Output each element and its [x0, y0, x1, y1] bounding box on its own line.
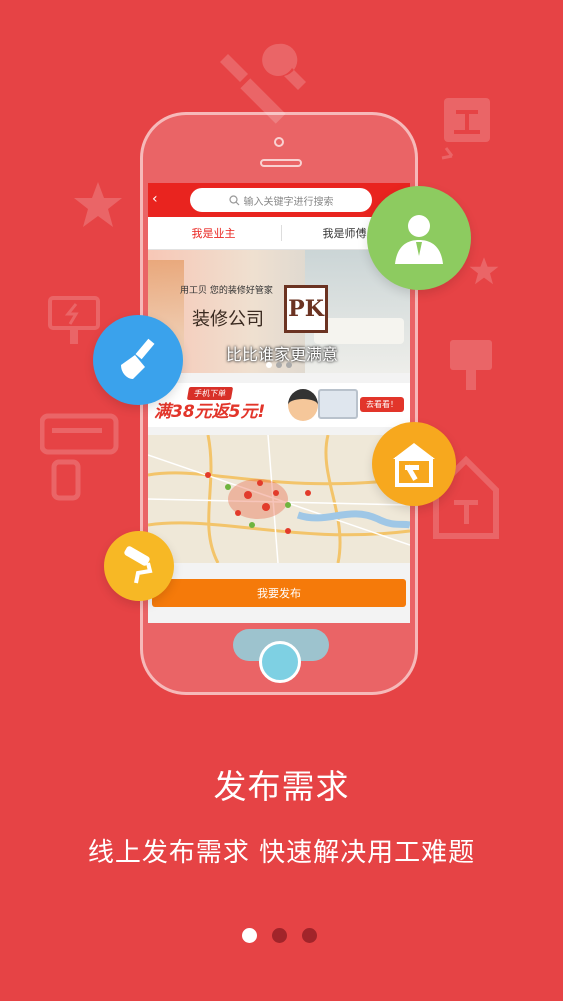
app-header: ‹ 输入关键字进行搜索	[148, 183, 410, 217]
banner-subtitle: 用工贝 您的装修好管家	[180, 286, 273, 296]
star-icon	[72, 180, 124, 230]
cashback-ad: 满38元返5元! 手机下单 去看看！	[148, 383, 410, 427]
onboarding-title: 发布需求	[213, 767, 350, 806]
city-map	[148, 435, 410, 563]
air-conditioner-icon	[40, 412, 120, 502]
page-indicator[interactable]	[242, 928, 317, 943]
magnifier-icon	[228, 194, 239, 205]
pk-badge: PK	[284, 285, 328, 333]
electric-panel-icon	[48, 296, 100, 346]
device-illustration	[318, 389, 358, 419]
search-placeholder: 输入关键字进行搜索	[243, 196, 334, 208]
work-sign-icon	[440, 96, 496, 166]
promo-banner: 用工贝 您的装修好管家 装修公司 PK 比比谁家更满意	[148, 250, 410, 373]
publish-button: 我要发布	[152, 579, 406, 607]
page-dot-2[interactable]	[272, 928, 287, 943]
camera-icon	[274, 137, 284, 147]
speaker-grille	[260, 159, 302, 167]
promo-cta: 去看看！	[360, 397, 404, 412]
cartoon-person	[288, 389, 318, 421]
banner-title: 装修公司	[192, 309, 264, 330]
page-dot-3[interactable]	[302, 928, 317, 943]
paint-roller-icon	[104, 531, 174, 601]
tab-owner: 我是业主	[191, 227, 236, 240]
chevron-left-icon: ‹	[152, 191, 158, 207]
star-small-icon	[468, 256, 500, 286]
promo-headline: 满38元返5元!	[154, 402, 266, 422]
house-hammer-icon	[372, 422, 456, 506]
tab-divider	[281, 225, 282, 241]
paint-bucket-icon	[446, 336, 496, 392]
promo-tag: 手机下单	[186, 387, 234, 400]
page-dot-1[interactable]	[242, 928, 257, 943]
search-bar: 输入关键字进行搜索	[190, 188, 372, 212]
brush-icon	[93, 315, 183, 405]
onboarding-subtitle: 线上发布需求 快速解决用工难题	[87, 838, 476, 868]
user-icon	[367, 186, 471, 290]
banner-pager	[266, 362, 292, 368]
home-button	[259, 641, 301, 683]
